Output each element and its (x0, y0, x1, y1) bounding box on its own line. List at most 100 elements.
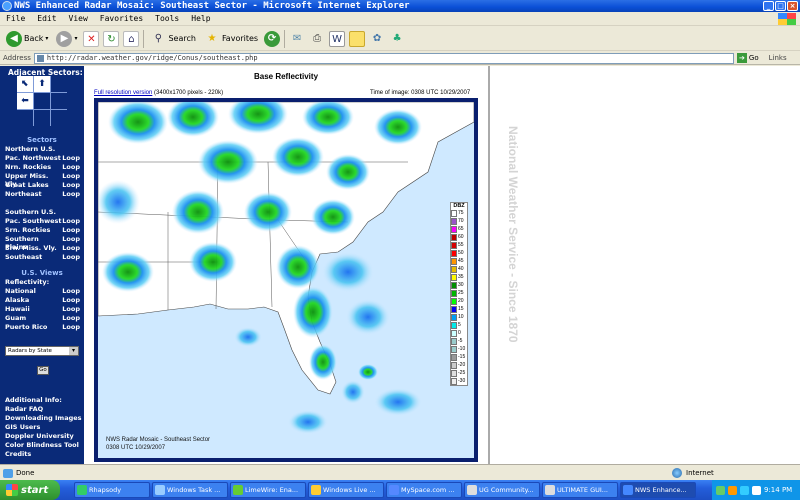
full-resolution-link[interactable]: Full resolution version (94, 90, 152, 96)
chevron-down-icon: ▾ (45, 35, 49, 42)
legend-row: -20 (451, 361, 467, 369)
taskbar: start Rhapsody Windows Task ... LimeWire… (0, 480, 800, 500)
tray-icon[interactable] (728, 485, 737, 495)
legend-row: 15 (451, 305, 467, 313)
view-link[interactable]: Alaska (5, 296, 29, 304)
maximize-button[interactable]: □ (775, 1, 786, 11)
sector-link[interactable]: Pac. Northwest (5, 154, 61, 162)
address-label: Address (3, 54, 31, 62)
view-link[interactable]: National (5, 287, 36, 295)
info-link-doppler[interactable]: Doppler University (5, 432, 74, 440)
arrow-west-icon[interactable]: ⬅ (17, 93, 33, 109)
media-icon[interactable]: ⟳ (264, 30, 281, 47)
view-link[interactable]: Hawaii (5, 305, 30, 313)
minimize-button[interactable]: _ (763, 1, 774, 11)
sector-link[interactable]: Great Lakes (5, 181, 49, 189)
volume-icon[interactable] (752, 485, 761, 495)
info-link-radar-faq[interactable]: Radar FAQ (5, 405, 43, 413)
loop-link[interactable]: Loop (62, 253, 82, 261)
sector-link[interactable]: Srn. Rockies (5, 226, 50, 234)
refresh-icon[interactable]: ↻ (103, 30, 120, 47)
task-button[interactable]: LimeWire: Ena... (230, 482, 306, 498)
tray-icon[interactable] (740, 485, 749, 495)
legend-value: 60 (458, 234, 464, 240)
menu-favorites[interactable]: Favorites (100, 14, 143, 23)
loop-link[interactable]: Loop (62, 305, 82, 313)
address-url: http://radar.weather.gov/ridge/Conus/sou… (46, 53, 258, 62)
legend-row: -25 (451, 369, 467, 377)
task-button[interactable]: Windows Live ... (308, 482, 384, 498)
loop-link[interactable]: Loop (62, 226, 82, 234)
info-link-credits[interactable]: Credits (5, 450, 31, 458)
sector-link[interactable]: Srn. Miss. Vly. (5, 244, 57, 252)
loop-link[interactable]: Loop (62, 163, 82, 171)
discuss-icon[interactable] (349, 30, 366, 47)
task-button[interactable]: UG Community... (464, 482, 540, 498)
menu-file[interactable]: File (6, 14, 25, 23)
edit-icon[interactable]: W (329, 30, 346, 47)
info-link-gis[interactable]: GIS Users (5, 423, 40, 431)
grid-cell (51, 110, 67, 126)
loop-link[interactable]: Loop (62, 217, 82, 225)
back-button[interactable]: ◀ Back ▾ (4, 30, 50, 48)
stop-icon[interactable]: ✕ (83, 30, 100, 47)
task-button-active[interactable]: NWS Enhance... (620, 482, 696, 498)
print-icon[interactable]: ⎙ (309, 31, 325, 47)
research-icon[interactable]: ♣ (389, 31, 405, 47)
loop-link[interactable]: Loop (62, 323, 82, 331)
search-icon: ⚲ (154, 32, 163, 44)
legend-value: -15 (458, 354, 466, 360)
radars-by-state-select[interactable]: Radars by State ▾ (5, 346, 79, 356)
sector-link[interactable]: Southeast (5, 253, 42, 261)
forward-button[interactable]: ▶ ▾ (54, 30, 79, 48)
radar-go-button[interactable]: Go (37, 366, 49, 375)
legend-value: 65 (458, 226, 464, 232)
view-link[interactable]: Puerto Rico (5, 323, 47, 331)
close-button[interactable]: × (787, 1, 798, 11)
menu-tools[interactable]: Tools (155, 14, 179, 23)
loop-link[interactable]: Loop (62, 154, 82, 162)
radar-map[interactable]: DBZ 75 70 65 60 55 50 45 40 35 30 25 20 15 10 5 0 -5 -10-… (98, 102, 474, 458)
arrow-north-icon[interactable]: ⬆ (34, 76, 50, 92)
address-input[interactable]: http://radar.weather.gov/ridge/Conus/sou… (33, 52, 734, 64)
additional-info-title: Additional Info: (5, 396, 62, 404)
info-link-color-blindness[interactable]: Color Blindness Tool (5, 441, 79, 449)
sector-link[interactable]: Northeast (5, 190, 42, 198)
legend-value: 5 (458, 322, 461, 328)
favorites-button[interactable]: ★ Favorites (202, 30, 260, 48)
app-icon (233, 485, 243, 495)
go-button[interactable]: ➔ Go (736, 53, 759, 63)
loop-link[interactable]: Loop (62, 287, 82, 295)
loop-link[interactable]: Loop (62, 244, 82, 252)
legend-row: 55 (451, 241, 467, 249)
task-button[interactable]: MySpace.com ... (386, 482, 462, 498)
tray-icon[interactable] (716, 485, 725, 495)
messenger-icon[interactable]: ✿ (369, 31, 385, 47)
left-frame: Adjacent Sectors: ⬉ ⬆ ⬅ Sectors Northern… (0, 66, 490, 464)
search-button[interactable]: ⚲ Search (148, 30, 197, 48)
loop-link[interactable]: Loop (62, 181, 82, 189)
menu-edit[interactable]: Edit (37, 14, 56, 23)
start-button[interactable]: start (0, 480, 60, 500)
task-button[interactable]: Rhapsody (74, 482, 150, 498)
loop-link[interactable]: Loop (62, 314, 82, 322)
links-button[interactable]: Links (769, 54, 787, 62)
task-button[interactable]: ULTIMATE GUI... (542, 482, 618, 498)
app-icon (623, 485, 633, 495)
sector-link[interactable]: Nrn. Rockies (5, 163, 51, 171)
arrow-northwest-icon[interactable]: ⬉ (17, 76, 33, 92)
loop-link[interactable]: Loop (62, 296, 82, 304)
view-link[interactable]: Guam (5, 314, 26, 322)
info-link-downloading[interactable]: Downloading Images (5, 414, 82, 422)
reflectivity-label: Reflectivity: (5, 278, 50, 286)
menu-view[interactable]: View (69, 14, 88, 23)
loop-link[interactable]: Loop (62, 190, 82, 198)
caption-line-1: NWS Radar Mosaic - Southeast Sector (106, 437, 211, 443)
task-label: Windows Live ... (323, 486, 376, 494)
task-button[interactable]: Windows Task ... (152, 482, 228, 498)
menu-help[interactable]: Help (191, 14, 210, 23)
sector-link[interactable]: Pac. Southwest (5, 217, 61, 225)
mail-icon[interactable]: ✉ (289, 31, 305, 47)
home-icon[interactable]: ⌂ (123, 30, 140, 47)
go-label: Go (748, 54, 759, 62)
